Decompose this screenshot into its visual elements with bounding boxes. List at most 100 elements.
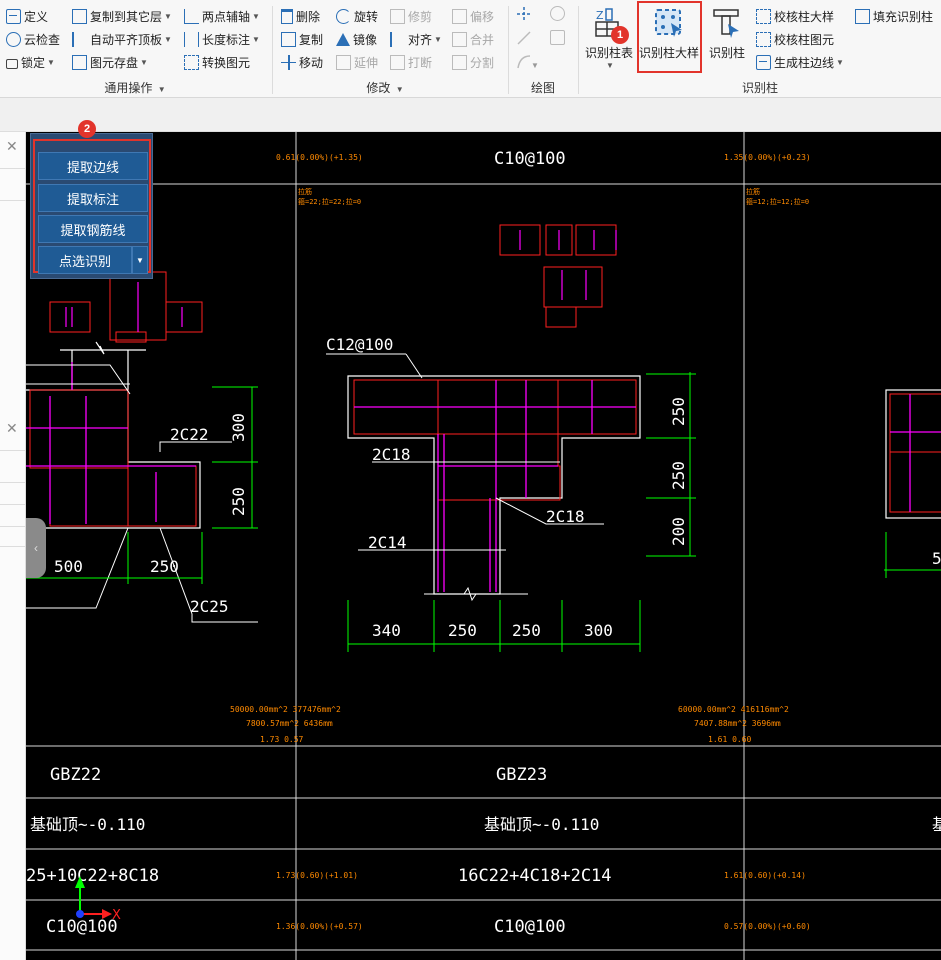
- copy-to-layer-button[interactable]: 复制到其它层 ▼: [72, 6, 172, 26]
- step-badge-2: 2: [78, 120, 96, 138]
- arc-icon[interactable]: ▼: [516, 54, 539, 70]
- length-dim-button[interactable]: 长度标注 ▼: [184, 29, 260, 49]
- edge-line-icon: [756, 54, 771, 70]
- copy-button[interactable]: 复制: [281, 29, 323, 49]
- recognize-column-button[interactable]: 识别柱: [704, 2, 750, 74]
- panel-expand-handle[interactable]: ‹: [26, 518, 46, 578]
- chevron-down-icon[interactable]: ▼: [132, 246, 148, 274]
- lock-button[interactable]: 锁定 ▼: [6, 52, 55, 72]
- lock-icon: [6, 59, 18, 69]
- group-label-general: 通用操作 ▼: [104, 81, 166, 95]
- chevron-down-icon: ▼: [836, 57, 844, 67]
- dim-mid-h-250b: 250: [512, 621, 541, 640]
- extract-edge-button[interactable]: 提取边线: [38, 152, 148, 180]
- close-icon[interactable]: ✕: [6, 138, 18, 155]
- top-mid-stirrup: C10@100: [494, 149, 566, 169]
- split-button[interactable]: 分割: [452, 52, 494, 72]
- dimension-lines-left: [26, 386, 258, 584]
- table-stirrup-left: C10@100: [46, 917, 118, 937]
- table-elev-right: 基: [932, 815, 941, 834]
- dim-left-h-500: 500: [54, 557, 83, 576]
- merge-button[interactable]: 合并: [452, 29, 494, 49]
- offset-icon: [452, 8, 467, 24]
- auto-align-slab-button[interactable]: 自动平齐顶板 ▼: [72, 29, 172, 49]
- step-badge-1: 1: [611, 26, 629, 44]
- align-icon: [390, 31, 405, 47]
- dim-mid-v-250b: 250: [669, 461, 688, 490]
- move-button[interactable]: 移动: [281, 52, 323, 72]
- chevron-down-icon: ▼: [140, 57, 148, 67]
- generate-column-edge-button[interactable]: 生成柱边线 ▼: [756, 52, 844, 72]
- define-button[interactable]: 定义: [6, 6, 48, 26]
- close-icon[interactable]: ✕: [6, 420, 18, 437]
- element-save-button[interactable]: 图元存盘 ▼: [72, 52, 148, 72]
- table-gbz22: GBZ22: [50, 765, 101, 785]
- cloud-icon: [6, 31, 21, 47]
- point-select-recognize-button[interactable]: 点选识别: [38, 246, 132, 274]
- dim-mid-h-340: 340: [372, 621, 401, 640]
- check-column-element-button[interactable]: 校核柱图元: [756, 29, 834, 49]
- label-2c14: 2C14: [368, 533, 407, 552]
- convert-element-button[interactable]: 转换图元: [184, 52, 250, 72]
- split-icon: [452, 54, 467, 70]
- extend-icon: [336, 54, 351, 70]
- merge-icon: [452, 31, 467, 47]
- trim-button[interactable]: 修剪: [390, 6, 432, 26]
- table-stirrup-mid: C10@100: [494, 917, 566, 937]
- table-stirrup-ratio-left: 1.36(0.00%)(+0.57): [276, 922, 363, 931]
- table-gbz23: GBZ23: [496, 765, 547, 785]
- check-detail-icon: [756, 8, 771, 24]
- copy-layer-icon: [72, 8, 87, 24]
- break-button[interactable]: 打断: [390, 52, 432, 72]
- table-stirrup-ratio-right: 0.57(0.00%)(+0.60): [724, 922, 811, 931]
- svg-text:Z: Z: [596, 9, 604, 22]
- rebar-detail-top: [499, 224, 617, 328]
- fill-recognize-column-button[interactable]: 填充识别柱: [855, 6, 933, 26]
- move-icon: [281, 54, 296, 70]
- dimension-icon: [184, 31, 199, 47]
- convert-icon: [184, 54, 199, 70]
- cad-canvas[interactable]: 0.61(0.00%)(+1.35) C10@100 1.35(0.00%)(+…: [26, 132, 941, 960]
- table-ratio-right: 1.61(0.60)(+0.14): [724, 871, 806, 880]
- table-elev-mid: 基础顶~-0.110: [484, 815, 599, 834]
- cloud-check-button[interactable]: 云检查: [6, 29, 60, 49]
- chevron-down-icon: ▼: [164, 34, 172, 44]
- label-2c22: 2C22: [170, 425, 209, 444]
- stats-right-2: 7407.88mm^2 3696mm: [694, 719, 781, 728]
- group-label-modify: 修改 ▼: [366, 81, 404, 95]
- extract-rebar-button[interactable]: 提取钢筋线: [38, 215, 148, 243]
- annotation-right-1: 拉筋: [746, 187, 760, 196]
- highlight-box: [637, 1, 702, 73]
- group-label-recognize: 识别柱: [741, 81, 778, 95]
- annotation-mid-1: 拉筋: [298, 187, 312, 196]
- label-c12-100: C12@100: [326, 335, 393, 354]
- delete-button[interactable]: 删除: [281, 6, 320, 26]
- extend-button[interactable]: 延伸: [336, 52, 378, 72]
- stats-right-1: 60000.00mm^2 416116mm^2: [678, 705, 789, 714]
- chevron-down-icon: ▼: [164, 11, 172, 21]
- dim-mid-v-250a: 250: [669, 397, 688, 426]
- chevron-down-icon: ▼: [252, 11, 260, 21]
- rectangle-icon[interactable]: [550, 30, 566, 46]
- dim-left-v-250: 250: [229, 487, 248, 516]
- check-column-detail-button[interactable]: 校核柱大样: [756, 6, 834, 26]
- align-button[interactable]: 对齐 ▼: [390, 29, 442, 49]
- divider: [272, 6, 273, 94]
- top-left-note: 0.61(0.00%)(+1.35): [276, 153, 363, 162]
- line-icon[interactable]: [516, 30, 532, 46]
- dim-mid-h-300: 300: [584, 621, 613, 640]
- dim-right: 5: [932, 549, 941, 568]
- circle-icon[interactable]: [550, 6, 566, 22]
- rotate-button[interactable]: 旋转: [336, 6, 378, 26]
- extract-annotation-button[interactable]: 提取标注: [38, 184, 148, 212]
- mirror-button[interactable]: 镜像: [336, 29, 377, 49]
- label-2c18-a: 2C18: [372, 445, 411, 464]
- offset-button[interactable]: 偏移: [452, 6, 494, 26]
- point-icon[interactable]: [516, 6, 532, 22]
- define-icon: [6, 8, 21, 24]
- top-right-note: 1.35(0.00%)(+0.23): [724, 153, 811, 162]
- two-point-axis-button[interactable]: 两点辅轴 ▼: [184, 6, 260, 26]
- dim-left-v-300: 300: [229, 413, 248, 442]
- stats-mid-2: 7800.57mm^2 6436mm: [246, 719, 333, 728]
- axis-x-label: X: [112, 908, 121, 923]
